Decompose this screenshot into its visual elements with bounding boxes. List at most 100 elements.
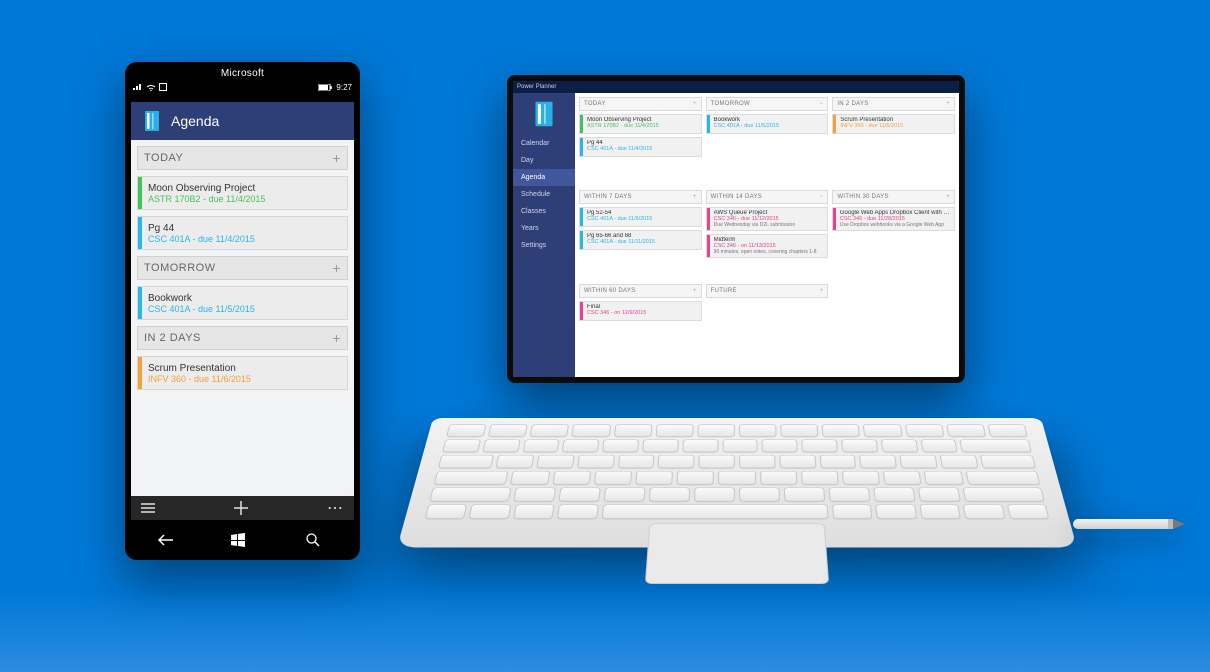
window-titlebar: Power Planner [513,81,959,93]
section-title: WITHIN 14 DAYS [711,194,762,200]
agenda-card[interactable]: Google Web Apps Dropbox Client with a lo… [832,207,955,231]
agenda-card[interactable]: FinalCSC 346 - on 12/9/2015 [579,301,702,321]
add-item-icon[interactable]: + [332,260,341,276]
phone-brand: Microsoft [125,62,360,79]
expand-icon[interactable]: + [946,101,950,107]
windows-home-icon[interactable] [231,533,253,547]
wifi-icon [146,83,156,91]
add-icon[interactable] [234,501,248,515]
card-subtitle: CSC 401A - due 11/4/2015 [148,234,255,244]
keyboard-keys [425,424,1050,519]
section-title: WITHIN 60 DAYS [584,288,635,294]
agenda-card[interactable]: Scrum PresentationINFV 360 - due 11/6/20… [137,356,348,390]
phone-device: Microsoft 9:27 [125,62,360,560]
expand-icon[interactable]: + [693,101,697,107]
stylus-pen [1073,518,1185,530]
collapse-icon[interactable]: − [820,101,824,107]
card-title: Scrum Presentation [148,363,251,374]
phone-nav-buttons [131,526,354,554]
card-subtitle: INFV 360 - due 11/6/2015 [840,123,903,129]
agenda-card[interactable]: Moon Observing ProjectASTR 170B2 - due 1… [137,176,348,210]
sidebar-item-schedule[interactable]: Schedule [513,186,575,203]
card-subtitle: CSC 401A - due 11/5/2015 [714,123,779,129]
phone-app-header: Agenda [131,102,354,140]
tablet-screen: Power Planner CalendarDayAgendaScheduleC… [513,81,959,377]
phone-section-header: TODAY + [137,146,348,170]
app-logo-icon [137,106,167,136]
agenda-card[interactable]: Scrum PresentationINFV 360 - due 11/6/20… [832,114,955,134]
section-title: WITHIN 30 DAYS [837,194,888,200]
nfc-icon [159,83,167,91]
sidebar: CalendarDayAgendaScheduleClassesYearsSet… [513,93,575,377]
phone-agenda-list[interactable]: TODAY + Moon Observing ProjectASTR 170B2 -… [131,140,354,496]
collapse-icon[interactable]: − [820,194,824,200]
card-subtitle: CSC 401A - due 11/11/2015 [587,239,655,245]
phone-clock: 9:27 [336,83,352,92]
agenda-card[interactable]: Moon Observing ProjectASTR 170B2 - due 1… [579,114,702,134]
agenda-card[interactable]: AWS Queue ProjectCSC 346 - due 11/12/201… [706,207,829,231]
card-subtitle: CSC 346 - on 12/9/2015 [587,310,646,316]
section-header: IN 2 DAYS + [832,97,955,111]
card-subtitle: CSC 401A - due 11/4/2015 [587,146,652,152]
keyboard-device [433,418,1041,606]
card-note: Due Wednesday via D2L submission [714,222,795,228]
battery-icon [318,84,332,91]
phone-appbar: ⋯ [131,496,354,520]
agenda-card[interactable]: BookworkCSC 401A - due 11/5/2015 [706,114,829,134]
sidebar-item-day[interactable]: Day [513,152,575,169]
agenda-grid[interactable]: TODAY + Moon Observing ProjectASTR 170B2 -… [575,93,959,377]
phone-page-title: Agenda [171,113,219,129]
section-title: IN 2 DAYS [837,101,868,107]
sidebar-item-agenda[interactable]: Agenda [513,169,575,186]
card-title: Moon Observing Project [148,183,265,194]
expand-icon[interactable]: + [693,194,697,200]
menu-icon[interactable] [141,503,155,513]
card-note: Use Dropbox webhooks via a Google Web Ap… [840,222,950,228]
section-title: TOMORROW [144,262,216,274]
expand-icon[interactable]: + [693,288,697,294]
expand-icon[interactable]: + [946,194,950,200]
agenda-card[interactable]: BookworkCSC 401A - due 11/5/2015 [137,286,348,320]
app-logo-icon [513,93,575,135]
section-header: WITHIN 7 DAYS+ [579,190,702,204]
sidebar-item-classes[interactable]: Classes [513,203,575,220]
expand-icon[interactable]: + [820,288,824,294]
card-subtitle: CSC 401A - due 11/5/2015 [148,304,255,314]
section-header: FUTURE + [706,284,829,298]
phone-section-header: IN 2 DAYS+ [137,326,348,350]
card-subtitle: ASTR 170B2 - due 11/4/2015 [587,123,659,129]
card-subtitle: ASTR 170B2 - due 11/4/2015 [148,194,265,204]
section-header: WITHIN 30 DAYS + [832,190,955,204]
window-title: Power Planner [517,84,556,90]
agenda-card[interactable]: Pg 65-66 and 68CSC 401A - due 11/11/2015 [579,230,702,250]
section-header: TOMORROW − [706,97,829,111]
section-title: TODAY [584,101,606,107]
agenda-card[interactable]: MidtermCSC 346 - on 11/13/201590 minutes… [706,234,829,258]
more-icon[interactable]: ⋯ [327,498,344,518]
sidebar-item-years[interactable]: Years [513,220,575,237]
agenda-card[interactable]: Pg 44CSC 401A - due 11/4/2015 [137,216,348,250]
card-subtitle: CSC 401A - due 11/9/2015 [587,216,652,222]
agenda-card[interactable]: Pg 44CSC 401A - due 11/4/2015 [579,137,702,157]
agenda-card[interactable]: Pg 52-54CSC 401A - due 11/9/2015 [579,207,702,227]
sidebar-item-settings[interactable]: Settings [513,237,575,254]
section-header: TODAY + [579,97,702,111]
section-header: WITHIN 60 DAYS + [579,284,702,298]
add-item-icon[interactable]: + [332,150,341,166]
signal-icon [133,83,143,91]
section-title: TODAY [144,152,183,164]
add-item-icon[interactable]: + [332,330,341,346]
phone-screen: Agenda TODAY + Moon Observing ProjectASTR … [131,102,354,520]
sidebar-item-calendar[interactable]: Calendar [513,135,575,152]
card-title: Bookwork [148,293,255,304]
card-note: 90 minutes, open notes, covering chapter… [714,249,817,255]
trackpad [645,523,829,584]
section-title: FUTURE [711,288,737,294]
card-subtitle: INFV 360 - due 11/6/2015 [148,374,251,384]
back-icon[interactable] [157,534,179,546]
search-icon[interactable] [306,533,328,547]
section-header: WITHIN 14 DAYS − [706,190,829,204]
card-title: Pg 44 [148,223,255,234]
phone-section-header: TOMORROW + [137,256,348,280]
section-title: TOMORROW [711,101,750,107]
